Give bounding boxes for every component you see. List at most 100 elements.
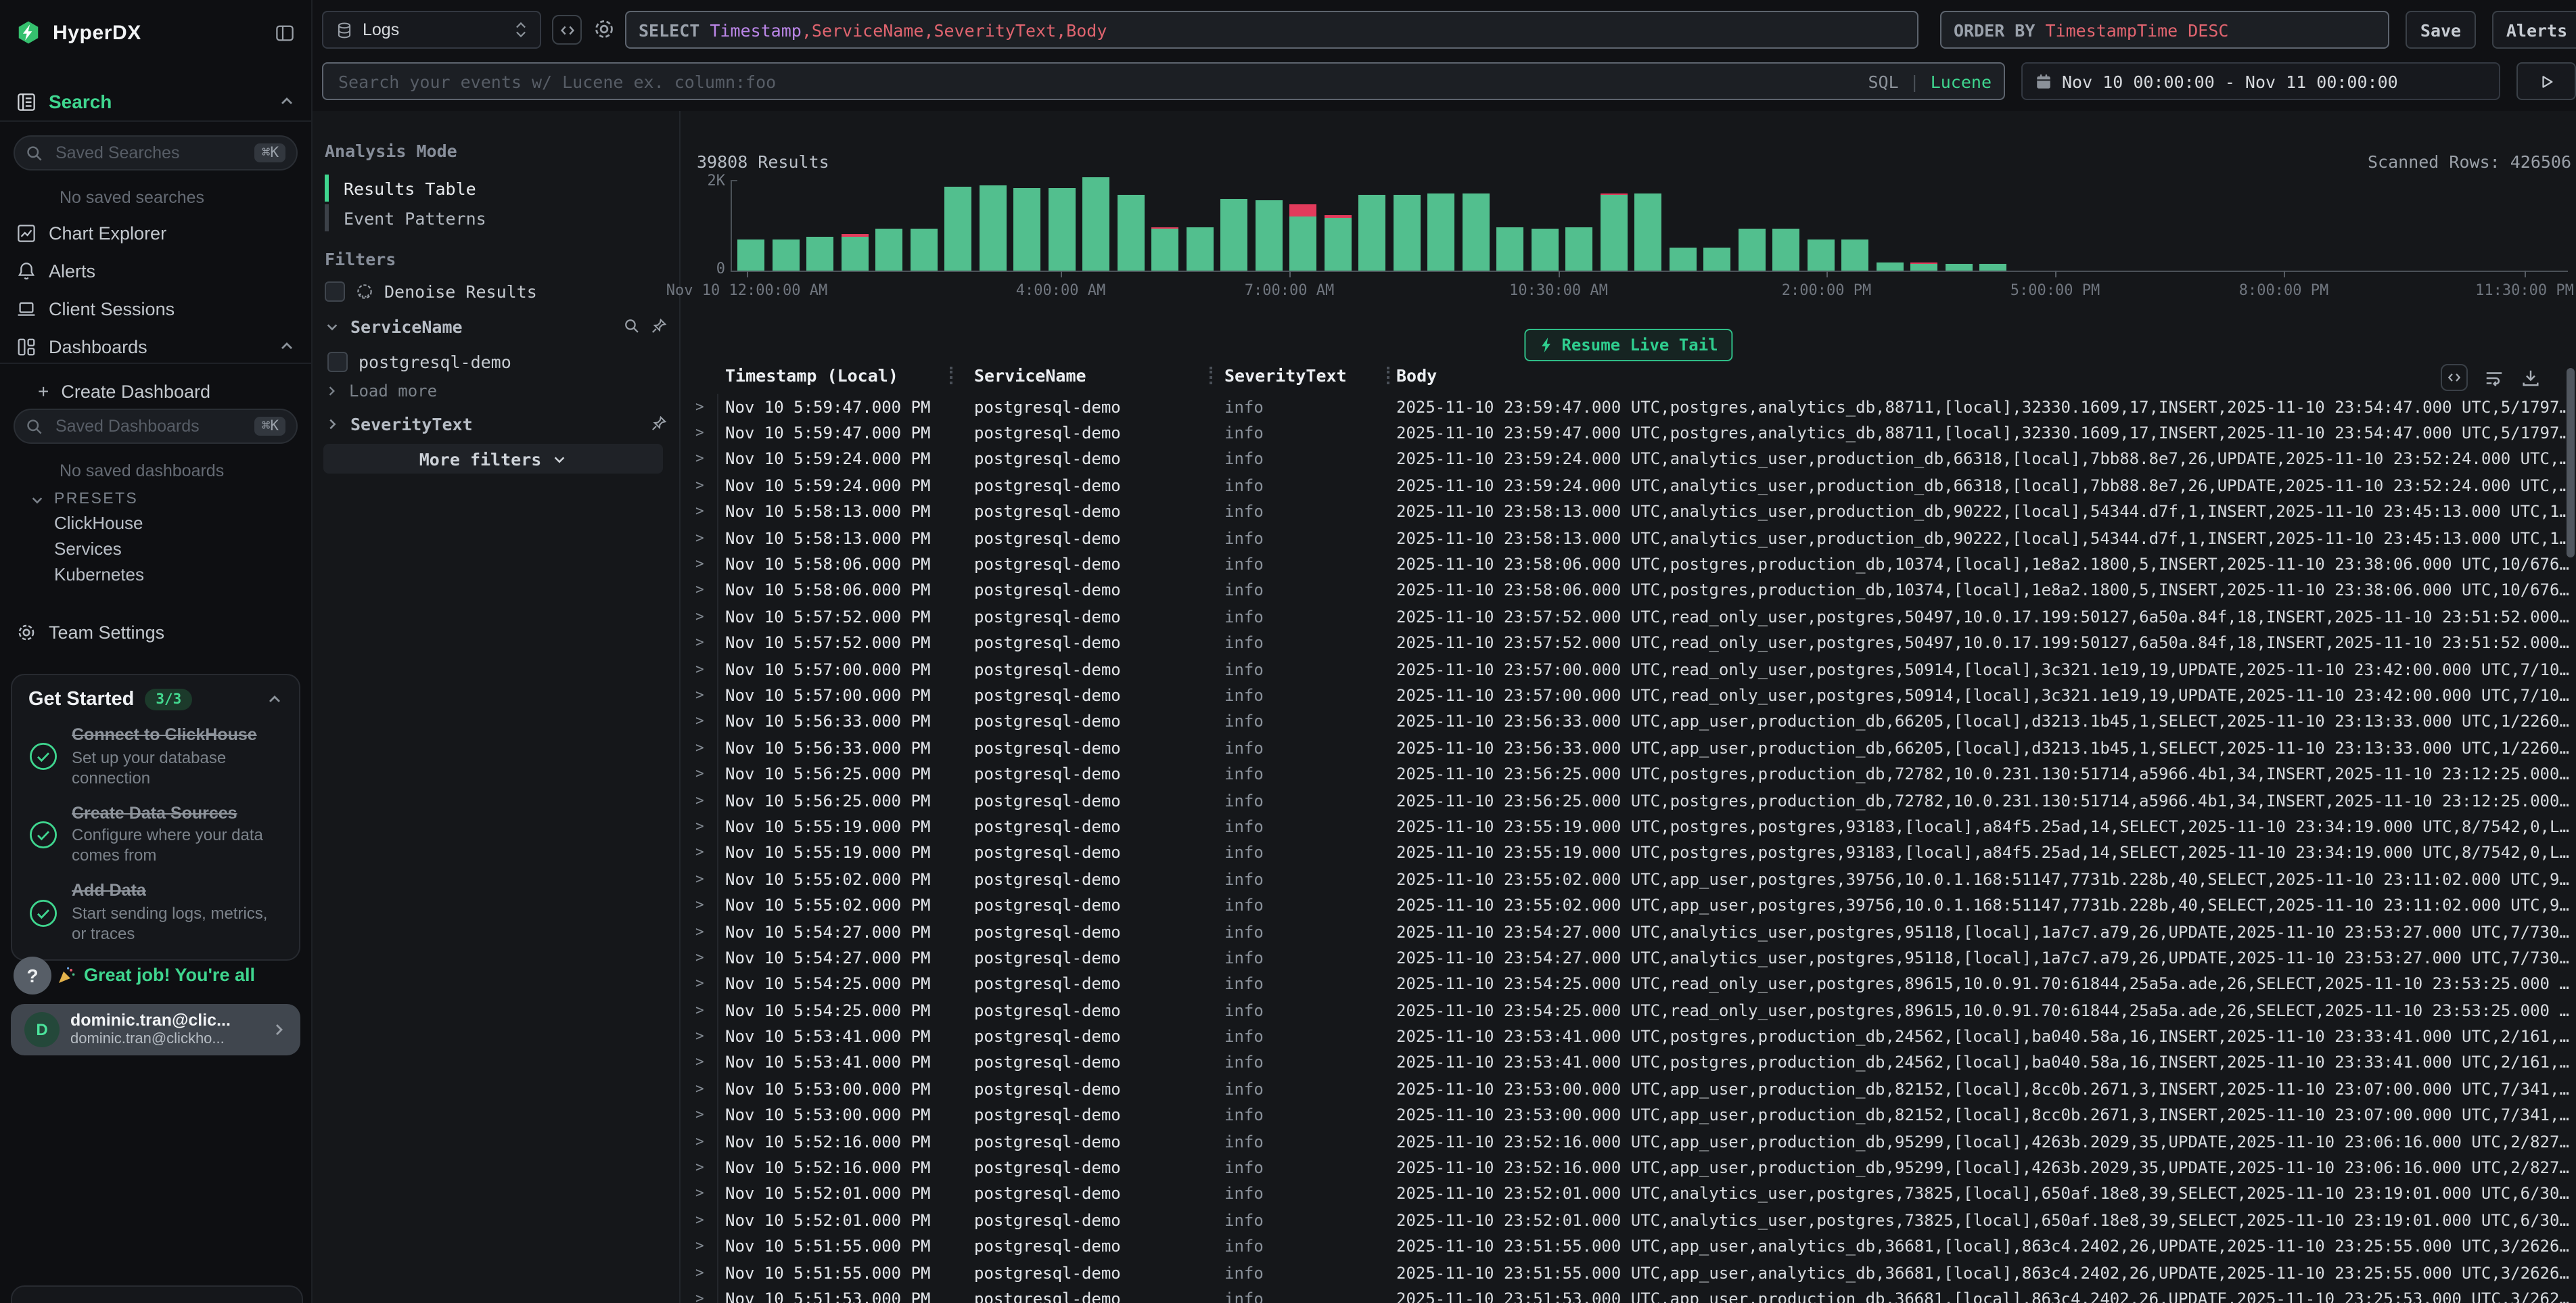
table-row[interactable]: >Nov 10 5:59:47.000 PMpostgresql-demoinf…	[681, 420, 2576, 447]
histogram-bar[interactable]	[1358, 194, 1385, 271]
table-row[interactable]: >Nov 10 5:57:00.000 PMpostgresql-demoinf…	[681, 656, 2576, 683]
resume-live-tail-button[interactable]: Resume Live Tail	[1523, 329, 1732, 361]
order-by-input[interactable]: ORDER BY TimestampTime DESC	[1940, 11, 2389, 49]
histogram-bar[interactable]	[1117, 196, 1144, 271]
row-expand-icon[interactable]: >	[681, 1081, 725, 1097]
preset-dashboard-services[interactable]: Services	[0, 536, 311, 562]
filter-group-servicename[interactable]: ServiceName	[325, 314, 667, 338]
table-row[interactable]: >Nov 10 5:55:19.000 PMpostgresql-demoinf…	[681, 814, 2576, 840]
table-row[interactable]: >Nov 10 5:55:02.000 PMpostgresql-demoinf…	[681, 892, 2576, 919]
table-row[interactable]: >Nov 10 5:56:25.000 PMpostgresql-demoinf…	[681, 787, 2576, 814]
source-select[interactable]: Logs	[322, 11, 541, 49]
table-row[interactable]: >Nov 10 5:52:01.000 PMpostgresql-demoinf…	[681, 1207, 2576, 1233]
scrollbar-thumb[interactable]	[2567, 368, 2575, 557]
get-started-item[interactable]: Create Data SourcesConfigure where your …	[28, 803, 283, 866]
table-row[interactable]: >Nov 10 5:52:16.000 PMpostgresql-demoinf…	[681, 1128, 2576, 1155]
more-filters-button[interactable]: More filters	[323, 444, 663, 474]
row-expand-icon[interactable]: >	[681, 714, 725, 730]
histogram-bar[interactable]	[1289, 204, 1316, 271]
help-button[interactable]: ?	[14, 957, 51, 995]
table-row[interactable]: >Nov 10 5:56:25.000 PMpostgresql-demoinf…	[681, 761, 2576, 787]
column-resize-handle[interactable]	[1387, 367, 1389, 384]
histogram-bar[interactable]	[1151, 227, 1178, 271]
histogram-bar[interactable]	[1841, 239, 1868, 271]
table-row[interactable]: >Nov 10 5:51:53.000 PMpostgresql-demoinf…	[681, 1286, 2576, 1303]
download-icon[interactable]	[2521, 367, 2541, 388]
row-expand-icon[interactable]: >	[681, 871, 725, 887]
row-expand-icon[interactable]: >	[681, 845, 725, 861]
row-expand-icon[interactable]: >	[681, 766, 725, 782]
row-expand-icon[interactable]: >	[681, 1028, 725, 1045]
load-more[interactable]: Load more	[325, 379, 437, 403]
row-expand-icon[interactable]: >	[681, 819, 725, 835]
histogram-bar[interactable]	[1013, 189, 1040, 271]
row-expand-icon[interactable]: >	[681, 1264, 725, 1281]
row-expand-icon[interactable]: >	[681, 478, 725, 494]
row-expand-icon[interactable]: >	[681, 687, 725, 704]
pin-icon[interactable]	[651, 415, 667, 432]
row-expand-icon[interactable]: >	[681, 1291, 725, 1303]
search-input[interactable]	[336, 70, 1858, 93]
table-row[interactable]: >Nov 10 5:52:16.000 PMpostgresql-demoinf…	[681, 1155, 2576, 1181]
table-row[interactable]: >Nov 10 5:56:33.000 PMpostgresql-demoinf…	[681, 708, 2576, 735]
table-row[interactable]: >Nov 10 5:52:01.000 PMpostgresql-demoinf…	[681, 1181, 2576, 1207]
histogram-bar[interactable]	[1220, 200, 1247, 271]
table-row[interactable]: >Nov 10 5:51:55.000 PMpostgresql-demoinf…	[681, 1233, 2576, 1260]
search-icon[interactable]	[624, 318, 640, 334]
histogram-bar[interactable]	[979, 186, 1006, 271]
histogram-bar[interactable]	[841, 234, 868, 271]
filter-group-severitytext[interactable]: SeverityText	[325, 411, 667, 436]
table-row[interactable]: >Nov 10 5:55:19.000 PMpostgresql-demoinf…	[681, 840, 2576, 866]
sidebar-item-dashboards[interactable]: Dashboards	[0, 330, 311, 363]
saved-dashboards-search[interactable]: ⌘K	[14, 409, 298, 444]
row-expand-icon[interactable]: >	[681, 897, 725, 913]
table-row[interactable]: >Nov 10 5:59:47.000 PMpostgresql-demoinf…	[681, 394, 2576, 420]
histogram-bar[interactable]	[806, 237, 833, 271]
histogram-bar[interactable]	[1427, 193, 1454, 271]
histogram-bar[interactable]	[1255, 200, 1282, 271]
table-row[interactable]: >Nov 10 5:54:27.000 PMpostgresql-demoinf…	[681, 944, 2576, 971]
sidebar-item-client-sessions[interactable]: Client Sessions	[0, 292, 311, 325]
col-severitytext[interactable]: SeverityText	[1224, 365, 1396, 385]
row-expand-icon[interactable]: >	[681, 1186, 725, 1202]
histogram-bar[interactable]	[1945, 263, 1972, 271]
row-expand-icon[interactable]: >	[681, 740, 725, 756]
histogram-bar[interactable]	[1910, 263, 1937, 271]
table-row[interactable]: >Nov 10 5:53:41.000 PMpostgresql-demoinf…	[681, 1024, 2576, 1050]
sidebar-item-chart-explorer[interactable]: Chart Explorer	[0, 216, 311, 249]
row-expand-icon[interactable]: >	[681, 976, 725, 992]
preset-dashboard-kubernetes[interactable]: Kubernetes	[0, 562, 311, 587]
code-view-icon[interactable]	[2441, 364, 2468, 391]
histogram-bar[interactable]	[1324, 216, 1351, 271]
create-dashboard-button[interactable]: + Create Dashboard	[0, 375, 311, 407]
histogram-bar[interactable]	[772, 239, 799, 271]
lang-lucene[interactable]: Lucene	[1931, 71, 1992, 91]
pin-icon[interactable]	[651, 318, 667, 334]
histogram-bar[interactable]	[1393, 195, 1420, 271]
row-expand-icon[interactable]: >	[681, 1238, 725, 1254]
row-expand-icon[interactable]: >	[681, 1002, 725, 1018]
table-row[interactable]: >Nov 10 5:51:55.000 PMpostgresql-demoinf…	[681, 1260, 2576, 1286]
preset-dashboard-clickhouse[interactable]: ClickHouse	[0, 510, 311, 536]
table-row[interactable]: >Nov 10 5:58:13.000 PMpostgresql-demoinf…	[681, 499, 2576, 525]
code-toggle-button[interactable]	[552, 15, 582, 45]
wrap-text-icon[interactable]	[2484, 367, 2504, 388]
select-columns-input[interactable]: SELECT Timestamp,ServiceName,SeverityTex…	[625, 11, 1918, 49]
col-body[interactable]: Body	[1396, 365, 2576, 385]
row-expand-icon[interactable]: >	[681, 530, 725, 546]
histogram-bar[interactable]	[1634, 193, 1661, 271]
table-row[interactable]: >Nov 10 5:53:41.000 PMpostgresql-demoinf…	[681, 1050, 2576, 1076]
denoise-filter[interactable]: Denoise Results	[325, 279, 537, 303]
chevron-up-icon[interactable]	[279, 93, 295, 110]
row-expand-icon[interactable]: >	[681, 1107, 725, 1123]
row-expand-icon[interactable]: >	[681, 635, 725, 651]
chevron-up-icon[interactable]	[267, 691, 283, 708]
saved-dashboards-input[interactable]	[53, 415, 246, 437]
date-range-picker[interactable]: Nov 10 00:00:00 - Nov 11 00:00:00	[2021, 62, 2500, 100]
table-row[interactable]: >Nov 10 5:55:02.000 PMpostgresql-demoinf…	[681, 866, 2576, 892]
collapse-sidebar-icon[interactable]	[275, 22, 295, 43]
sidebar-item-team-settings[interactable]: Team Settings	[0, 616, 311, 648]
histogram-bar[interactable]	[1531, 228, 1558, 271]
lang-sql[interactable]: SQL	[1868, 71, 1898, 91]
col-timestamp[interactable]: Timestamp (Local)	[725, 365, 974, 385]
